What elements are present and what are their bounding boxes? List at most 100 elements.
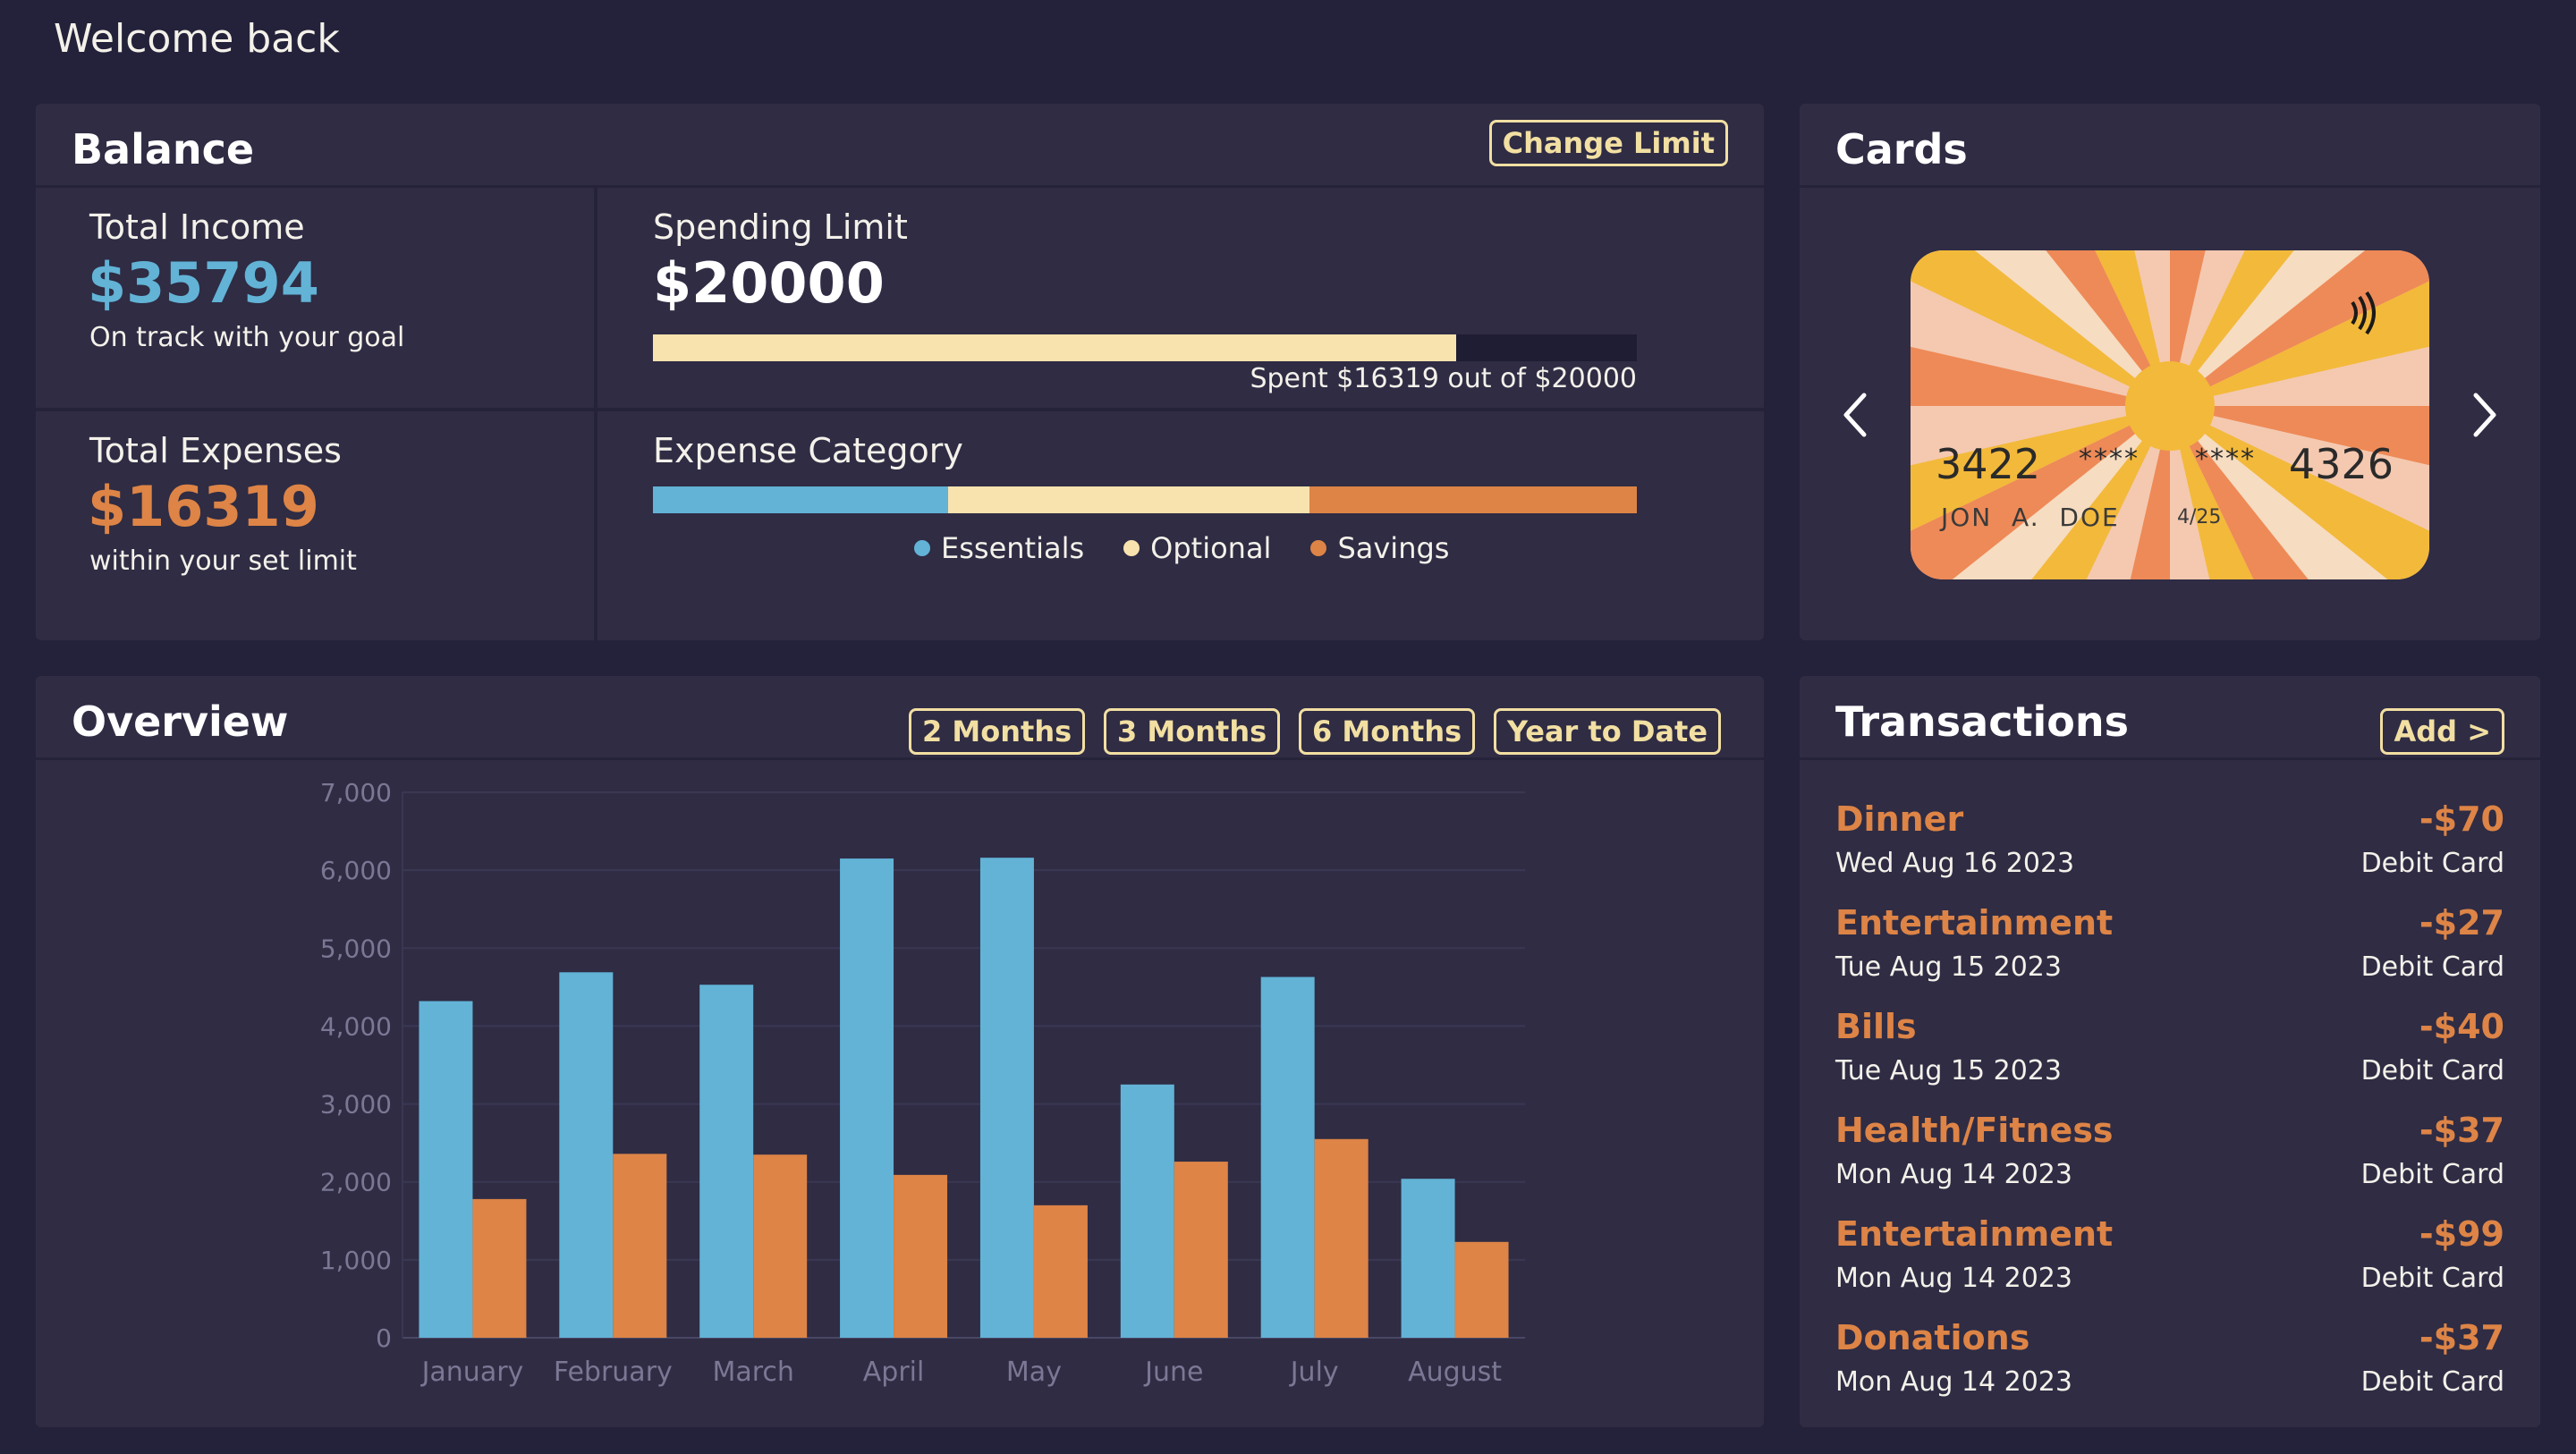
transactions-header: Transactions Add > [1800,676,2540,760]
transaction-amount: -$99 [2419,1214,2504,1254]
transaction-date: Mon Aug 14 2023 [1835,1263,2072,1294]
transaction-method: Debit Card [2360,1159,2504,1190]
y-tick-label: 6,000 [320,856,392,885]
balance-divider-horizontal [36,408,1764,411]
y-tick-label: 4,000 [320,1011,392,1041]
bar-february-series-2[interactable] [613,1154,667,1338]
transactions-panel: Transactions Add > Dinner Wed Aug 16 2023… [1800,676,2540,1427]
transaction-name: Health/Fitness [1835,1111,2114,1150]
filter-6-months-button[interactable]: 6 Months [1299,708,1476,755]
bar-june-series-2[interactable] [1174,1162,1228,1338]
card-number-first: 3422 [1936,440,2041,488]
legend-label: Essentials [941,531,1085,565]
filter-2-months-button[interactable]: 2 Months [909,708,1086,755]
balance-title: Balance [72,125,255,173]
filter-3-months-button[interactable]: 3 Months [1104,708,1281,755]
total-expenses-value: $16319 [88,474,319,539]
transaction-method: Debit Card [2360,1366,2504,1398]
y-tick-label: 0 [376,1323,392,1353]
bar-july-series-2[interactable] [1314,1138,1368,1338]
expense-segment-savings [1309,486,1637,513]
y-tick-label: 7,000 [320,778,392,807]
expense-segment-essentials [653,486,948,513]
bar-june-series-1[interactable] [1120,1084,1174,1338]
spent-text: Spent $16319 out of $20000 [1250,363,1637,394]
legend-item-optional: Optional [1123,531,1271,565]
bar-may-series-1[interactable] [979,858,1034,1338]
bar-august-series-2[interactable] [1454,1241,1509,1338]
transaction-date: Tue Aug 15 2023 [1835,1055,2062,1086]
add-transaction-button[interactable]: Add > [2380,708,2504,755]
total-income-note: On track with your goal [89,322,405,353]
transaction-amount: -$40 [2419,1007,2504,1046]
expense-segment-optional [948,486,1309,513]
card-number-mask-2: **** [2195,444,2256,475]
x-tick-label: May [1006,1357,1062,1388]
bar-april-series-1[interactable] [840,858,894,1338]
legend-item-savings: Savings [1310,531,1449,565]
legend-dot-icon [1310,540,1327,556]
filter-year-to-date-button[interactable]: Year to Date [1494,708,1722,755]
transaction-row[interactable]: Entertainment Tue Aug 15 2023 -$27 Debit Ca… [1835,903,2504,1007]
x-tick-label: March [712,1357,793,1388]
transaction-name: Entertainment [1835,903,2114,943]
bar-march-series-2[interactable] [753,1154,808,1338]
bar-july-series-1[interactable] [1260,976,1315,1338]
transaction-name: Dinner [1835,799,1964,839]
transaction-name: Entertainment [1835,1214,2114,1254]
bar-january-series-1[interactable] [419,1001,473,1338]
debit-card[interactable]: 3422 **** **** 4326 JON A. DOE 4/25 [1911,250,2429,579]
chevron-left-icon[interactable] [1839,390,1871,440]
transaction-row[interactable]: Entertainment Mon Aug 14 2023 -$99 Debit Ca… [1835,1214,2504,1318]
bar-january-series-2[interactable] [472,1198,527,1338]
spending-limit-progress [653,334,1637,361]
x-tick-label: January [420,1357,524,1388]
transaction-date: Tue Aug 15 2023 [1835,951,2062,983]
overview-title: Overview [72,697,289,746]
transaction-row[interactable]: Health/Fitness Mon Aug 14 2023 -$37 Debit C… [1835,1111,2504,1214]
y-tick-label: 1,000 [320,1246,392,1275]
transaction-method: Debit Card [2360,951,2504,983]
transaction-name: Donations [1835,1318,2030,1357]
bar-august-series-1[interactable] [1401,1179,1455,1338]
transaction-amount: -$27 [2419,903,2504,943]
transactions-title: Transactions [1835,697,2129,746]
transaction-row[interactable]: Bills Tue Aug 15 2023 -$40 Debit Card [1835,1007,2504,1111]
welcome-heading: Welcome back [54,16,340,62]
overview-panel: Overview 2 Months 3 Months 6 Months Year… [36,676,1764,1427]
bar-april-series-2[interactable] [894,1174,948,1338]
transaction-method: Debit Card [2360,848,2504,879]
transaction-amount: -$37 [2419,1318,2504,1357]
x-tick-label: February [554,1357,673,1388]
transaction-name: Bills [1835,1007,1917,1046]
transaction-amount: -$37 [2419,1111,2504,1150]
y-tick-label: 5,000 [320,934,392,963]
overview-bar-chart: 0 1,000 2,000 3,000 4,000 5,000 6,000 7,000 Janu… [320,778,1525,1388]
balance-header: Balance Change Limit [36,104,1764,188]
transaction-row[interactable]: Dinner Wed Aug 16 2023 -$70 Debit Card [1835,799,2504,903]
spending-limit-label: Spending Limit [653,207,908,247]
x-tick-label: June [1143,1357,1203,1388]
cards-panel: Cards 3422 **** **** 4326 JON A. DOE 4/2… [1800,104,2540,640]
transaction-date: Wed Aug 16 2023 [1835,848,2075,879]
card-holder-name: JON A. DOE [1941,503,2120,532]
expense-category-legend: Essentials Optional Savings [914,531,1449,565]
transaction-row[interactable]: Donations Mon Aug 14 2023 -$37 Debit Card [1835,1318,2504,1422]
legend-dot-icon [1123,540,1140,556]
transaction-method: Debit Card [2360,1263,2504,1294]
change-limit-button[interactable]: Change Limit [1488,120,1728,166]
bar-february-series-1[interactable] [559,972,614,1338]
balance-divider-vertical [594,188,597,640]
bar-may-series-2[interactable] [1033,1205,1088,1338]
bar-march-series-1[interactable] [699,985,754,1338]
card-number-mask-1: **** [2079,444,2140,475]
transaction-date: Mon Aug 14 2023 [1835,1159,2072,1190]
spending-limit-value: $20000 [653,250,885,316]
total-expenses-label: Total Expenses [89,431,342,470]
legend-label: Optional [1150,531,1272,565]
total-income-label: Total Income [89,207,305,247]
cards-header: Cards [1800,104,2540,188]
y-tick-label: 3,000 [320,1090,392,1120]
transaction-method: Debit Card [2360,1055,2504,1086]
chevron-right-icon[interactable] [2469,390,2501,440]
